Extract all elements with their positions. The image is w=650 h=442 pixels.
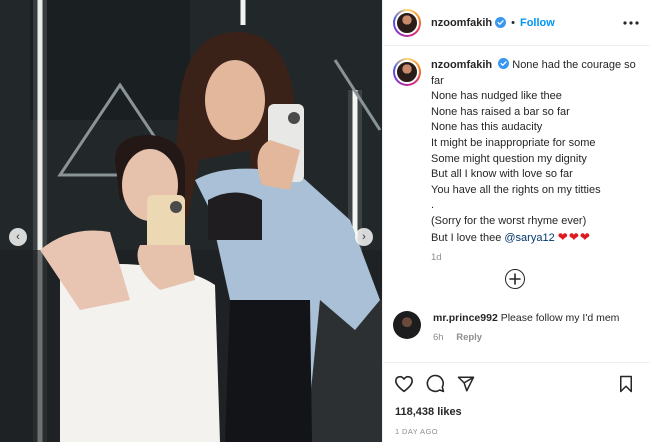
reply-button[interactable]: Reply xyxy=(456,332,482,343)
add-comment-icon xyxy=(509,273,521,285)
comment-avatar[interactable] xyxy=(393,311,421,339)
caption-username[interactable]: nzoomfakih xyxy=(431,59,492,71)
share-button[interactable] xyxy=(455,373,477,395)
verified-badge-icon xyxy=(498,58,510,69)
caption-avatar[interactable] xyxy=(393,58,421,86)
add-comment-button[interactable] xyxy=(505,269,525,289)
post-header: nzoomfakih • Follow xyxy=(383,0,650,46)
comment-icon xyxy=(426,374,444,393)
mention-link[interactable]: @sarya12 xyxy=(504,232,554,244)
previous-photo-button[interactable]: ‹ xyxy=(9,228,27,246)
separator-dot: • xyxy=(511,16,515,29)
avatar[interactable] xyxy=(393,8,421,37)
bookmark-icon xyxy=(620,375,632,392)
caption-line: You have all the rights on my titties xyxy=(431,183,601,196)
hearts-emoji: ❤❤❤ xyxy=(557,229,591,244)
caption: nzoomfakih None had the courage so far N… xyxy=(393,58,645,266)
action-bar xyxy=(383,362,650,404)
caption-line: Some might question my dignity xyxy=(431,152,587,165)
save-button[interactable] xyxy=(615,373,637,395)
like-button[interactable] xyxy=(393,373,415,395)
caption-line: (Sorry for the worst rhyme ever) xyxy=(431,214,587,227)
post-side-panel: nzoomfakih • Follow nzoomfakih None had … xyxy=(382,0,650,442)
comment-text: Please follow my I'd mem xyxy=(500,312,620,324)
caption-line: None has nudged like thee xyxy=(431,90,562,103)
caption-line: But all I know with love so far xyxy=(431,168,573,181)
caption-line: None has raised a bar so far xyxy=(431,105,570,118)
follow-button[interactable]: Follow xyxy=(520,17,555,29)
likes-count[interactable]: 118,438 likes xyxy=(395,406,462,418)
more-options-icon xyxy=(623,20,639,25)
chevron-right-icon: › xyxy=(362,231,366,243)
more-options-button[interactable] xyxy=(622,14,640,32)
caption-line: . xyxy=(431,199,435,212)
verified-badge-icon xyxy=(495,17,507,28)
header-username[interactable]: nzoomfakih xyxy=(431,17,492,29)
mirror-selfie-image xyxy=(0,0,382,442)
comment-timestamp[interactable]: 6h xyxy=(433,332,444,343)
caption-line: But I love thee xyxy=(431,231,505,244)
caption-text: nzoomfakih None had the courage so far N… xyxy=(431,58,645,266)
post-photo[interactable]: ‹ › xyxy=(0,0,382,442)
comment-username[interactable]: mr.prince992 xyxy=(433,312,498,324)
caption-line: It might be inappropriate for some xyxy=(431,136,596,149)
comment-item: mr.prince992 Please follow my I'd mem 6h… xyxy=(393,311,645,345)
comment-button[interactable] xyxy=(424,373,446,395)
heart-icon xyxy=(395,375,413,392)
share-icon xyxy=(457,376,475,391)
chevron-left-icon: ‹ xyxy=(16,231,20,243)
post-date[interactable]: 1 DAY AGO xyxy=(395,427,438,436)
caption-line: None has this audacity xyxy=(431,121,543,134)
caption-timestamp[interactable]: 1d xyxy=(431,250,645,266)
next-photo-button[interactable]: › xyxy=(355,228,373,246)
